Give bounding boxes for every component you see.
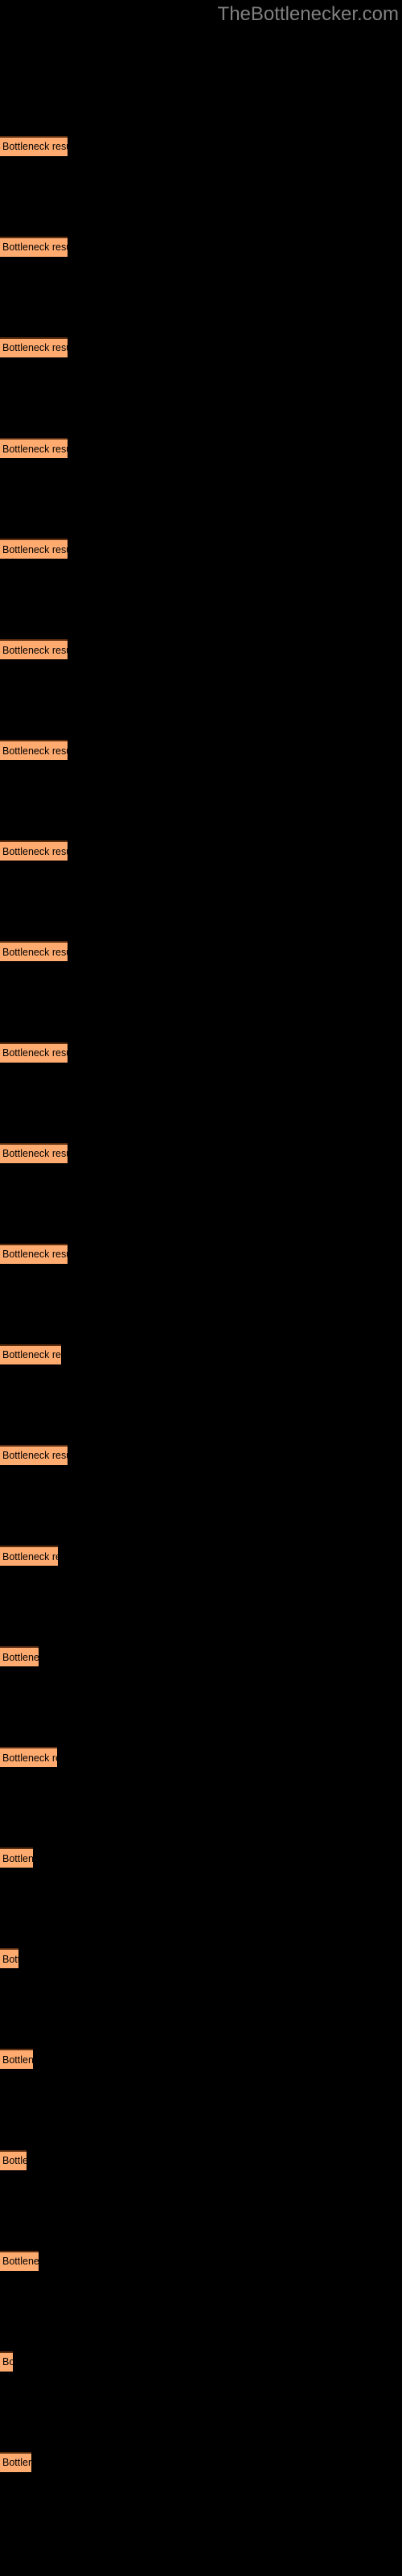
bar-row[interactable]: Bottleneck result xyxy=(0,1444,68,1465)
bar-row[interactable]: Bottleneck result xyxy=(0,639,68,660)
bar-label: Bottleneck result xyxy=(2,2255,39,2267)
bar[interactable]: Bottleneck result xyxy=(0,1847,33,1868)
bar-row[interactable]: Bottleneck result xyxy=(0,236,68,257)
bar-row[interactable]: Bottleneck result xyxy=(0,2149,27,2170)
bar-label: Bottleneck result xyxy=(2,644,68,656)
bar-label: Bottleneck result xyxy=(2,745,68,757)
bar-row[interactable]: Bottleneck result xyxy=(0,135,68,156)
bar[interactable]: Bottleneck result xyxy=(0,1042,68,1063)
bar-label: Bottleneck result xyxy=(2,1349,61,1361)
bar[interactable]: Bottleneck result xyxy=(0,941,68,962)
bar-label: Bottleneck result xyxy=(2,1852,33,1864)
bar[interactable]: Bottleneck result xyxy=(0,2149,27,2170)
bar-row[interactable]: Bottleneck result xyxy=(0,438,68,458)
bar-label: Bottleneck result xyxy=(2,140,68,152)
bar-row[interactable]: Bottleneck result xyxy=(0,840,68,861)
bar[interactable]: Bottleneck result xyxy=(0,840,68,861)
bar-row[interactable]: Bottleneck result xyxy=(0,1243,68,1264)
bar-label: Bottleneck result xyxy=(2,1550,58,1563)
bar[interactable]: Bottleneck result xyxy=(0,1546,58,1566)
bar-label: Bottleneck result xyxy=(2,2054,33,2066)
bar-label: Bottleneck result xyxy=(2,1147,68,1159)
bar-row[interactable]: Bottleneck result xyxy=(0,1142,68,1163)
bar[interactable]: Bottleneck result xyxy=(0,740,68,761)
bar[interactable]: Bottleneck result xyxy=(0,1142,68,1163)
bar[interactable]: Bottleneck result xyxy=(0,2451,31,2472)
bar-label: Bottleneck result xyxy=(2,242,68,254)
bar[interactable]: Bottleneck result xyxy=(0,135,68,156)
bar[interactable]: Bottleneck result xyxy=(0,1948,18,1969)
bottleneck-bar-chart: Bottleneck result Bottleneck result Bottle… xyxy=(0,0,402,2576)
bar-label: Bottleneck result xyxy=(2,1046,68,1059)
bar[interactable]: Bottleneck result xyxy=(0,236,68,257)
bar-row[interactable]: Bottleneck result xyxy=(0,2250,39,2271)
bar-row[interactable]: Bottleneck result xyxy=(0,1747,57,1768)
bar-label: Bottleneck result xyxy=(2,443,68,455)
bar[interactable]: Bottleneck result xyxy=(0,1444,68,1465)
bar-label: Bottleneck result xyxy=(2,342,68,354)
bar-label: Bottleneck result xyxy=(2,1953,18,1965)
bar-label: Bottleneck result xyxy=(2,1752,57,1764)
bar[interactable]: Bottleneck result xyxy=(0,2351,13,2372)
bar-label: Bottleneck result xyxy=(2,845,68,857)
bar[interactable]: Bottleneck result xyxy=(0,1646,39,1667)
bar-row[interactable]: Bottleneck result xyxy=(0,941,68,962)
bar-row[interactable]: Bottleneck result xyxy=(0,1546,58,1566)
bar-label: Bottleneck result xyxy=(2,1651,39,1663)
bar-label: Bottleneck result xyxy=(2,1248,68,1260)
bar[interactable]: Bottleneck result xyxy=(0,639,68,660)
bar-label: Bottleneck result xyxy=(2,543,68,555)
bar[interactable]: Bottleneck result xyxy=(0,539,68,559)
bar-row[interactable]: Bottleneck result xyxy=(0,2451,31,2472)
bar-label: Bottleneck result xyxy=(2,2154,27,2166)
bar-row[interactable]: Bottleneck result xyxy=(0,740,68,761)
bar[interactable]: Bottleneck result xyxy=(0,2049,33,2070)
bar-row[interactable]: Bottleneck result xyxy=(0,2049,33,2070)
bar-label: Bottleneck result xyxy=(2,946,68,958)
bar-label: Bottleneck result xyxy=(2,2355,13,2368)
bar-row[interactable]: Bottleneck result xyxy=(0,1847,33,1868)
bar-label: Bottleneck result xyxy=(2,1450,68,1462)
bar[interactable]: Bottleneck result xyxy=(0,1747,57,1768)
bar[interactable]: Bottleneck result xyxy=(0,1344,61,1364)
bar[interactable]: Bottleneck result xyxy=(0,2250,39,2271)
bar[interactable]: Bottleneck result xyxy=(0,438,68,458)
bar-row[interactable]: Bottleneck result xyxy=(0,1042,68,1063)
bar[interactable]: Bottleneck result xyxy=(0,1243,68,1264)
bar-row[interactable]: Bottleneck result xyxy=(0,1344,61,1364)
bar-label: Bottleneck result xyxy=(2,2457,31,2469)
bar-row[interactable]: Bottleneck result xyxy=(0,1948,18,1969)
bar-row[interactable]: Bottleneck result xyxy=(0,1646,39,1667)
bar-row[interactable]: Bottleneck result xyxy=(0,539,68,559)
bar-row[interactable]: Bottleneck result xyxy=(0,336,68,357)
bar-row[interactable]: Bottleneck result xyxy=(0,2351,13,2372)
bar[interactable]: Bottleneck result xyxy=(0,336,68,357)
